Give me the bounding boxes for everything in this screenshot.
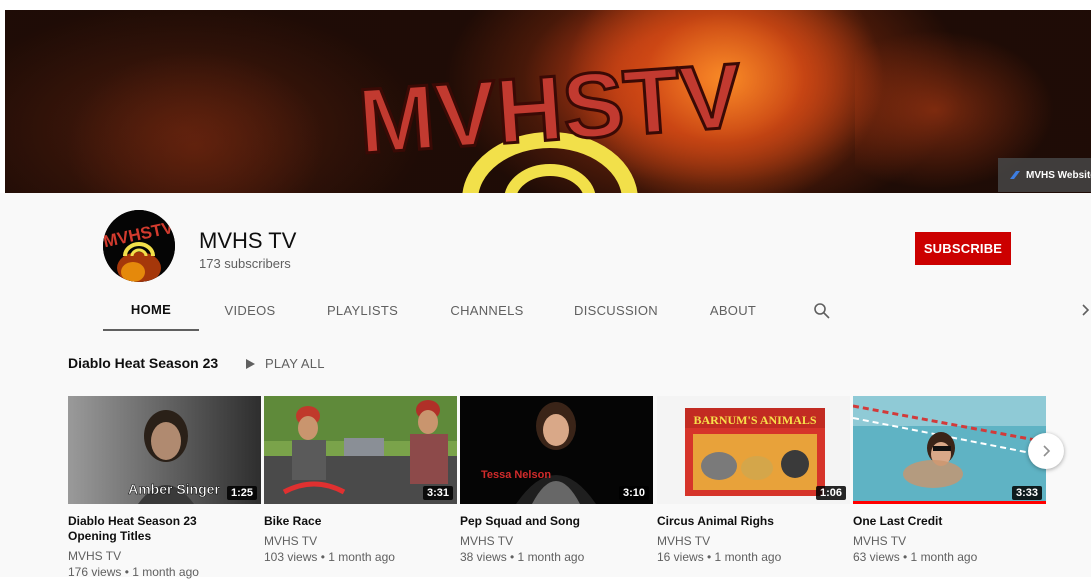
channel-avatar[interactable]: MVHSTV: [103, 210, 175, 282]
video-channel[interactable]: MVHS TV: [657, 534, 850, 548]
video-channel[interactable]: MVHS TV: [264, 534, 457, 548]
video-channel[interactable]: MVHS TV: [68, 549, 261, 563]
video-card[interactable]: 3:33 One Last Credit MVHS TV 63 views • …: [853, 396, 1046, 564]
banner-flame: [65, 50, 325, 193]
video-meta: 38 views • 1 month ago: [460, 550, 585, 564]
channel-banner: MVHSTV MVHS Website: [5, 10, 1091, 193]
chevron-right-icon: [1043, 445, 1051, 457]
video-duration: 3:31: [422, 486, 453, 500]
banner-logo: MVHSTV: [354, 43, 746, 193]
video-thumbnail[interactable]: 3:33: [853, 396, 1046, 504]
website-link[interactable]: MVHS Website: [998, 158, 1091, 192]
video-card[interactable]: Tessa Nelson 3:10 Pep Squad and Song MVH…: [460, 396, 653, 564]
channel-name: MVHS TV: [199, 228, 297, 253]
video-thumbnail[interactable]: BARNUM'S ANIMALS 1:06: [657, 396, 850, 504]
search-icon[interactable]: [813, 302, 831, 320]
video-meta: 103 views • 1 month ago: [264, 550, 395, 564]
video-card[interactable]: 3:31 Bike Race MVHS TV 103 views • 1 mon…: [264, 396, 457, 564]
video-card[interactable]: Amber Singer 1:25 Diablo Heat Season 23 …: [68, 396, 261, 579]
svg-text:Amber Singer: Amber Singer: [128, 481, 220, 497]
video-duration: 1:06: [815, 486, 846, 500]
shelf-next-button[interactable]: [1028, 433, 1064, 469]
video-title[interactable]: Bike Race: [264, 514, 444, 529]
subscribe-button[interactable]: SUBSCRIBE: [915, 232, 1011, 265]
tab-videos[interactable]: VIDEOS: [210, 289, 290, 331]
video-channel[interactable]: MVHS TV: [853, 534, 1046, 548]
play-icon: [246, 358, 255, 369]
subscriber-count: 173 subscribers: [199, 256, 291, 271]
website-link-label: MVHS Website: [1026, 169, 1091, 181]
tab-playlists[interactable]: PLAYLISTS: [310, 289, 415, 331]
tabs-scroll-right-icon[interactable]: [1080, 300, 1091, 320]
play-all-label: PLAY ALL: [265, 356, 325, 371]
tab-about[interactable]: ABOUT: [693, 289, 773, 331]
website-link-icon: [1010, 171, 1020, 179]
video-title[interactable]: Pep Squad and Song: [460, 514, 640, 529]
avatar-logo-icon: MVHSTV: [103, 210, 175, 282]
video-title[interactable]: Diablo Heat Season 23 Opening Titles: [68, 514, 248, 544]
tab-home[interactable]: HOME: [103, 289, 199, 331]
video-card[interactable]: BARNUM'S ANIMALS 1:06 Circus Animal Righ…: [657, 396, 850, 564]
svg-text:BARNUM'S ANIMALS: BARNUM'S ANIMALS: [693, 413, 816, 427]
play-all-button[interactable]: PLAY ALL: [246, 356, 325, 371]
banner-logo-text: MVHSTV: [355, 45, 745, 173]
tab-discussion[interactable]: DISCUSSION: [560, 289, 672, 331]
video-thumbnail[interactable]: Amber Singer 1:25: [68, 396, 261, 504]
tab-channels[interactable]: CHANNELS: [433, 289, 541, 331]
watch-progress-bar: [853, 501, 1046, 504]
video-title[interactable]: Circus Animal Righs: [657, 514, 837, 529]
video-meta: 63 views • 1 month ago: [853, 550, 978, 564]
video-thumbnail[interactable]: 3:31: [264, 396, 457, 504]
video-duration: 3:33: [1011, 486, 1042, 500]
video-meta: 16 views • 1 month ago: [657, 550, 782, 564]
video-duration: 3:10: [618, 486, 649, 500]
video-thumbnail[interactable]: Tessa Nelson 3:10: [460, 396, 653, 504]
video-title[interactable]: One Last Credit: [853, 514, 1033, 529]
shelf-title[interactable]: Diablo Heat Season 23: [68, 355, 218, 371]
video-channel[interactable]: MVHS TV: [460, 534, 653, 548]
svg-text:Tessa Nelson: Tessa Nelson: [481, 469, 551, 481]
video-duration: 1:25: [226, 486, 257, 500]
